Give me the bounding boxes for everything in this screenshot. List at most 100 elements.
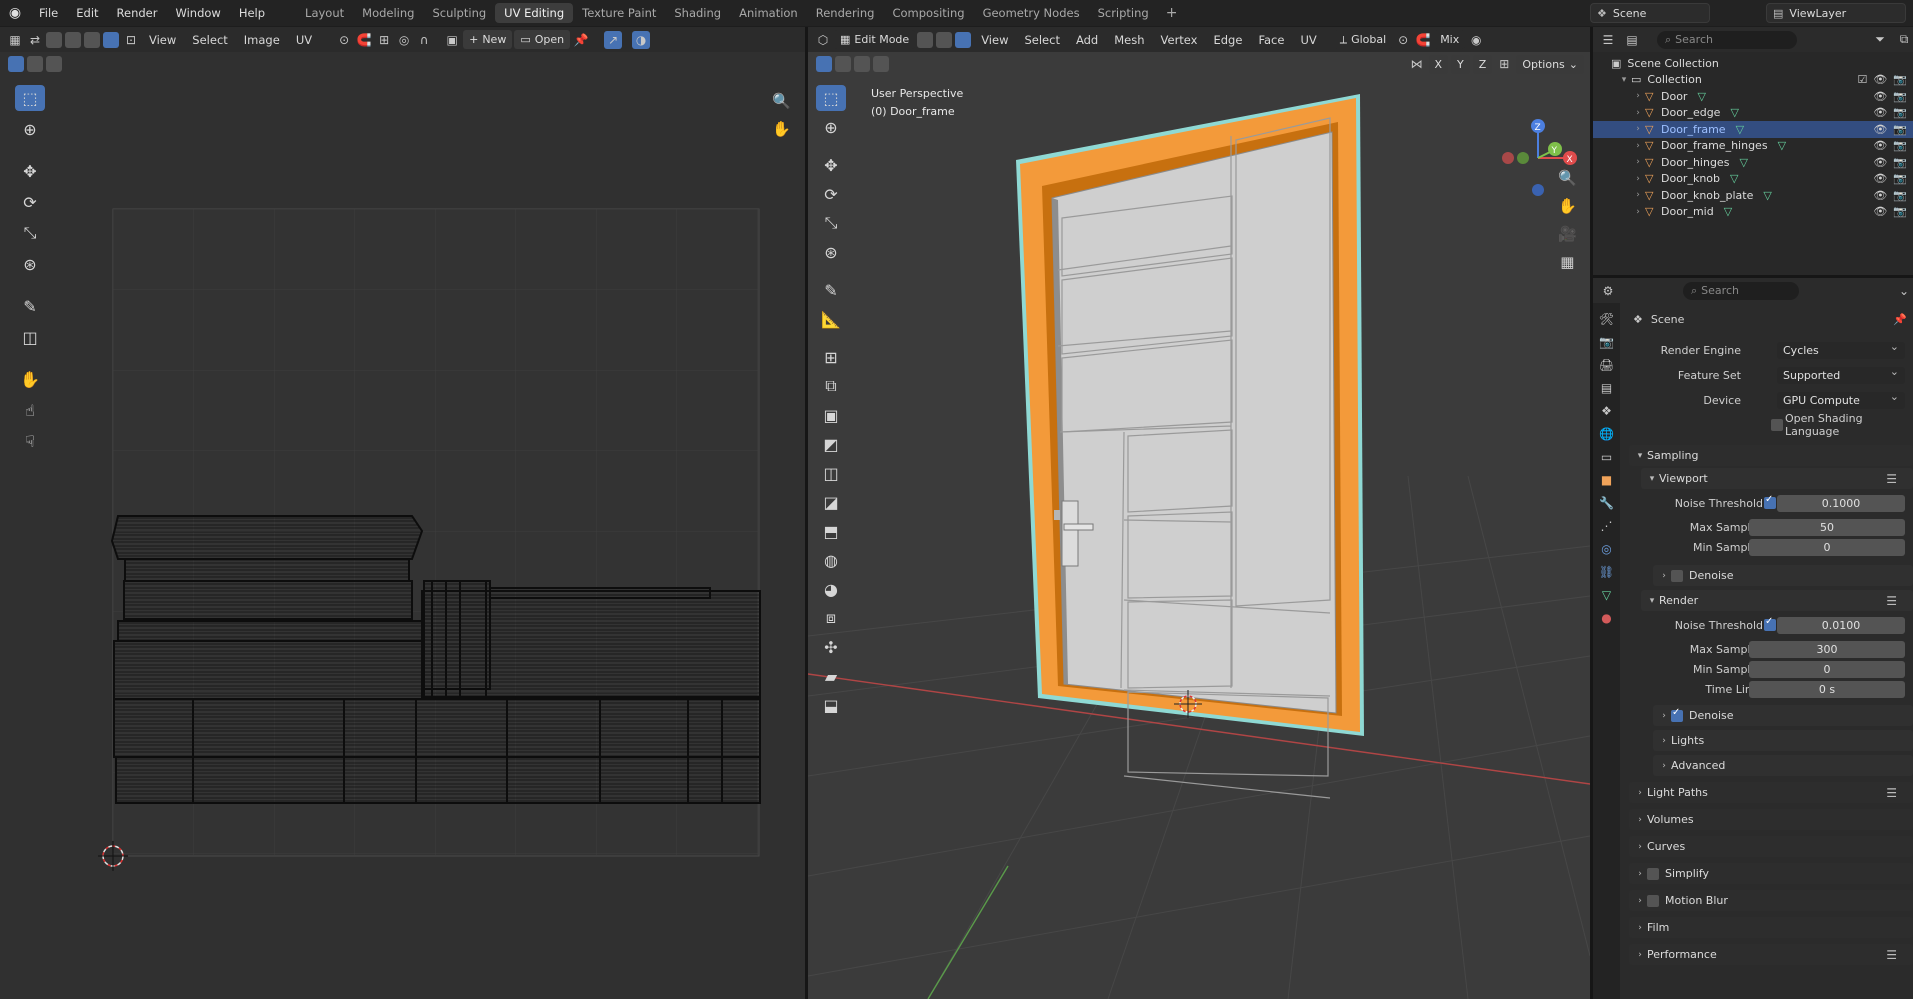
edge-select-icon[interactable] [936,31,953,48]
presets-icon[interactable]: ☰ [1886,786,1897,800]
camera-icon[interactable]: 📷 [1893,139,1907,152]
proportional-toggle-icon[interactable]: ◉ [1467,31,1485,49]
pinch-tool-icon[interactable]: ☟ [15,428,45,454]
mirror-icon[interactable]: ⋈ [1408,55,1426,73]
vp-menu-add[interactable]: Add [1069,33,1105,47]
presets-icon[interactable]: ☰ [1886,472,1897,486]
menu-window[interactable]: Window [166,0,229,26]
properties-editor-icon[interactable]: ⚙ [1599,282,1617,300]
motion-blur-checkbox[interactable] [1647,894,1659,907]
chevron-down-icon[interactable]: ⌄ [1895,282,1913,300]
r-noise-checkbox[interactable] [1764,616,1776,631]
vp-noise-checkbox[interactable] [1764,494,1776,509]
vp-menu-mesh[interactable]: Mesh [1107,33,1151,47]
render-tab-icon[interactable]: 📷 [1597,334,1617,350]
expand-icon[interactable]: › [1631,157,1645,167]
select-mode-face-icon[interactable] [84,31,100,48]
feature-set-select[interactable]: Supported [1777,365,1905,384]
uv-island[interactable] [113,640,425,700]
camera-icon[interactable]: 📷 [1893,172,1907,185]
vp-min-field[interactable]: 0 [1749,538,1905,556]
relax-tool-icon[interactable]: ☝ [15,397,45,423]
uv-menu-image[interactable]: Image [237,33,287,47]
tab-texture-paint[interactable]: Texture Paint [573,3,665,23]
r-noise-field[interactable]: 0.0100 [1777,616,1905,634]
outliner-editor-icon[interactable]: ☰ [1599,31,1617,49]
edge-slide-icon[interactable]: ⧈ [816,605,846,631]
r-denoise-checkbox[interactable] [1671,707,1683,722]
vp-menu-vertex[interactable]: Vertex [1154,33,1205,47]
eye-icon[interactable]: 👁 [1873,139,1887,152]
particles-tab-icon[interactable]: ⋰ [1597,518,1617,534]
tab-animation[interactable]: Animation [730,3,807,23]
inset-faces-icon[interactable]: ▣ [816,402,846,428]
simplify-panel[interactable]: › Simplify [1629,863,1913,884]
expand-icon[interactable]: › [1631,108,1645,118]
filter-icon[interactable]: ⏷ [1871,31,1889,49]
pivot-icon[interactable]: ⊙ [335,31,353,49]
snap-icon[interactable]: 🧲 [355,31,373,49]
new-image-button[interactable]: + New [463,30,513,49]
vp-noise-field[interactable]: 0.1000 [1777,494,1905,512]
camera-icon[interactable]: 📷 [1893,90,1907,103]
uv-island[interactable] [423,580,491,690]
mirror-z-toggle[interactable]: Z [1472,54,1493,74]
gizmo-toggle-icon[interactable]: ↗ [604,30,623,49]
move-tool-icon[interactable]: ✥ [15,158,45,184]
scale-tool-icon[interactable]: ⤡ [15,220,45,246]
door-panel[interactable] [1051,131,1337,714]
knife-icon[interactable]: ◪ [816,489,846,515]
expand-icon[interactable]: › [1631,124,1645,134]
collapse-icon[interactable]: ▾ [1617,75,1631,85]
vp-denoise-checkbox[interactable] [1671,569,1683,582]
annotate-tool-icon[interactable]: ✎ [15,293,45,319]
r-min-field[interactable]: 0 [1749,660,1905,678]
rip-region-icon[interactable]: ⬓ [816,692,846,718]
vp-denoise-subpanel[interactable]: › Denoise [1653,565,1913,586]
select-mode-vertex-icon[interactable] [46,31,62,48]
r-denoise-subpanel[interactable]: › Denoise [1653,705,1913,726]
vp-menu-edge[interactable]: Edge [1206,33,1249,47]
camera-view-icon[interactable]: 🎥 [1558,225,1577,243]
eye-icon[interactable]: 👁 [1873,123,1887,136]
rip-tool-icon[interactable]: ◫ [15,324,45,350]
vp-menu-face[interactable]: Face [1251,33,1291,47]
outliner-item-door-frame-hinges[interactable]: › ▽ Door_frame_hinges ▽ 👁 📷 [1593,138,1913,155]
camera-icon[interactable]: 📷 [1893,189,1907,202]
eye-icon[interactable]: 👁 [1873,205,1887,218]
gizmo-neg-x-icon[interactable] [1502,152,1514,164]
gizmo-neg-y-icon[interactable] [1517,152,1529,164]
uv-island[interactable] [117,620,425,642]
eye-icon[interactable]: 👁 [1873,156,1887,169]
curves-panel[interactable]: › Curves [1629,836,1913,857]
shear-icon[interactable]: ▰ [816,663,846,689]
gizmo-neg-z-icon[interactable] [1532,184,1544,196]
cursor-tool-icon[interactable]: ⊕ [15,116,45,142]
vp-rotate-icon[interactable]: ⟳ [816,181,846,207]
viewport-canvas[interactable]: Z X Y [808,76,1590,999]
select-mode-island-icon[interactable] [103,31,119,48]
eye-icon[interactable]: 👁 [1873,172,1887,185]
uv-island[interactable] [124,558,410,582]
tab-rendering[interactable]: Rendering [807,3,884,23]
render-subpanel-header[interactable]: ▾ Render ☰ [1641,590,1913,611]
eye-icon[interactable]: 👁 [1873,106,1887,119]
loop-cut-icon[interactable]: ◫ [816,460,846,486]
uv-canvas[interactable] [0,76,805,999]
add-workspace-button[interactable]: + [1158,5,1186,21]
add-cube-icon[interactable]: ⊞ [816,344,846,370]
new-collection-icon[interactable]: ⧉ [1895,31,1913,49]
vp-select-invert-icon[interactable] [873,56,889,72]
eye-icon[interactable]: 👁 [1873,189,1887,202]
checkbox-icon[interactable]: ☑ [1857,73,1867,86]
vp-select-box-icon[interactable]: ⬚ [816,85,846,111]
display-mode-icon[interactable]: ▤ [1623,31,1641,49]
spin-icon[interactable]: ◍ [816,547,846,573]
face-select-icon[interactable] [955,31,972,48]
scene-selector[interactable]: ❖ Scene [1590,3,1710,23]
menu-render[interactable]: Render [108,0,167,26]
tab-shading[interactable]: Shading [665,3,730,23]
vp-annotate-icon[interactable]: ✎ [816,277,846,303]
pin-icon[interactable]: 📌 [1893,313,1907,326]
collection-tab-icon[interactable]: ▭ [1597,449,1617,465]
